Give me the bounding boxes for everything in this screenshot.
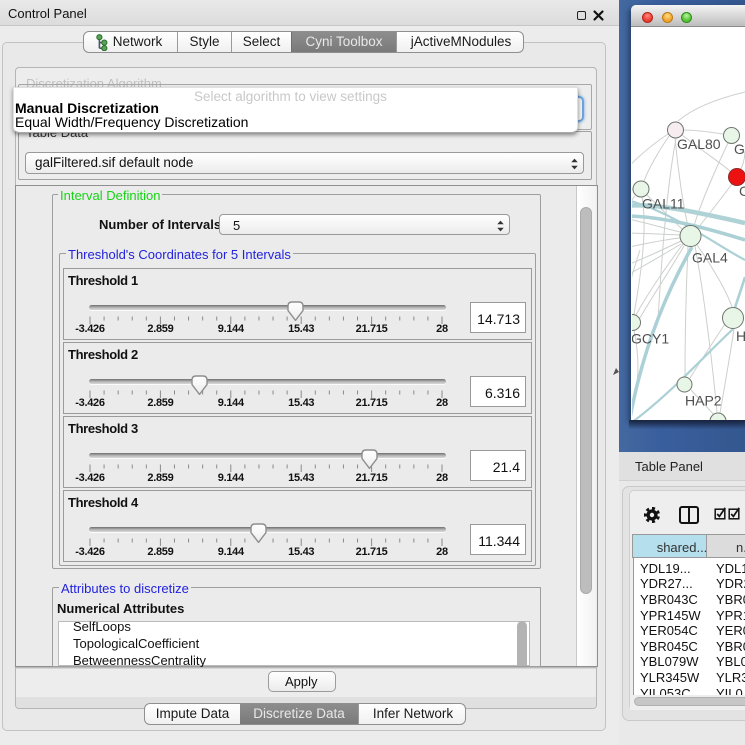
- svg-text:GAL11: GAL11: [642, 196, 685, 212]
- svg-text:GA: GA: [734, 141, 745, 157]
- svg-text:GAL4: GAL4: [692, 250, 728, 266]
- svg-text:GCY1: GCY1: [632, 331, 669, 347]
- svg-text:H: H: [736, 328, 745, 344]
- svg-text:GAL80: GAL80: [677, 136, 721, 152]
- svg-text:C: C: [739, 183, 745, 199]
- svg-text:HAP2: HAP2: [685, 393, 722, 409]
